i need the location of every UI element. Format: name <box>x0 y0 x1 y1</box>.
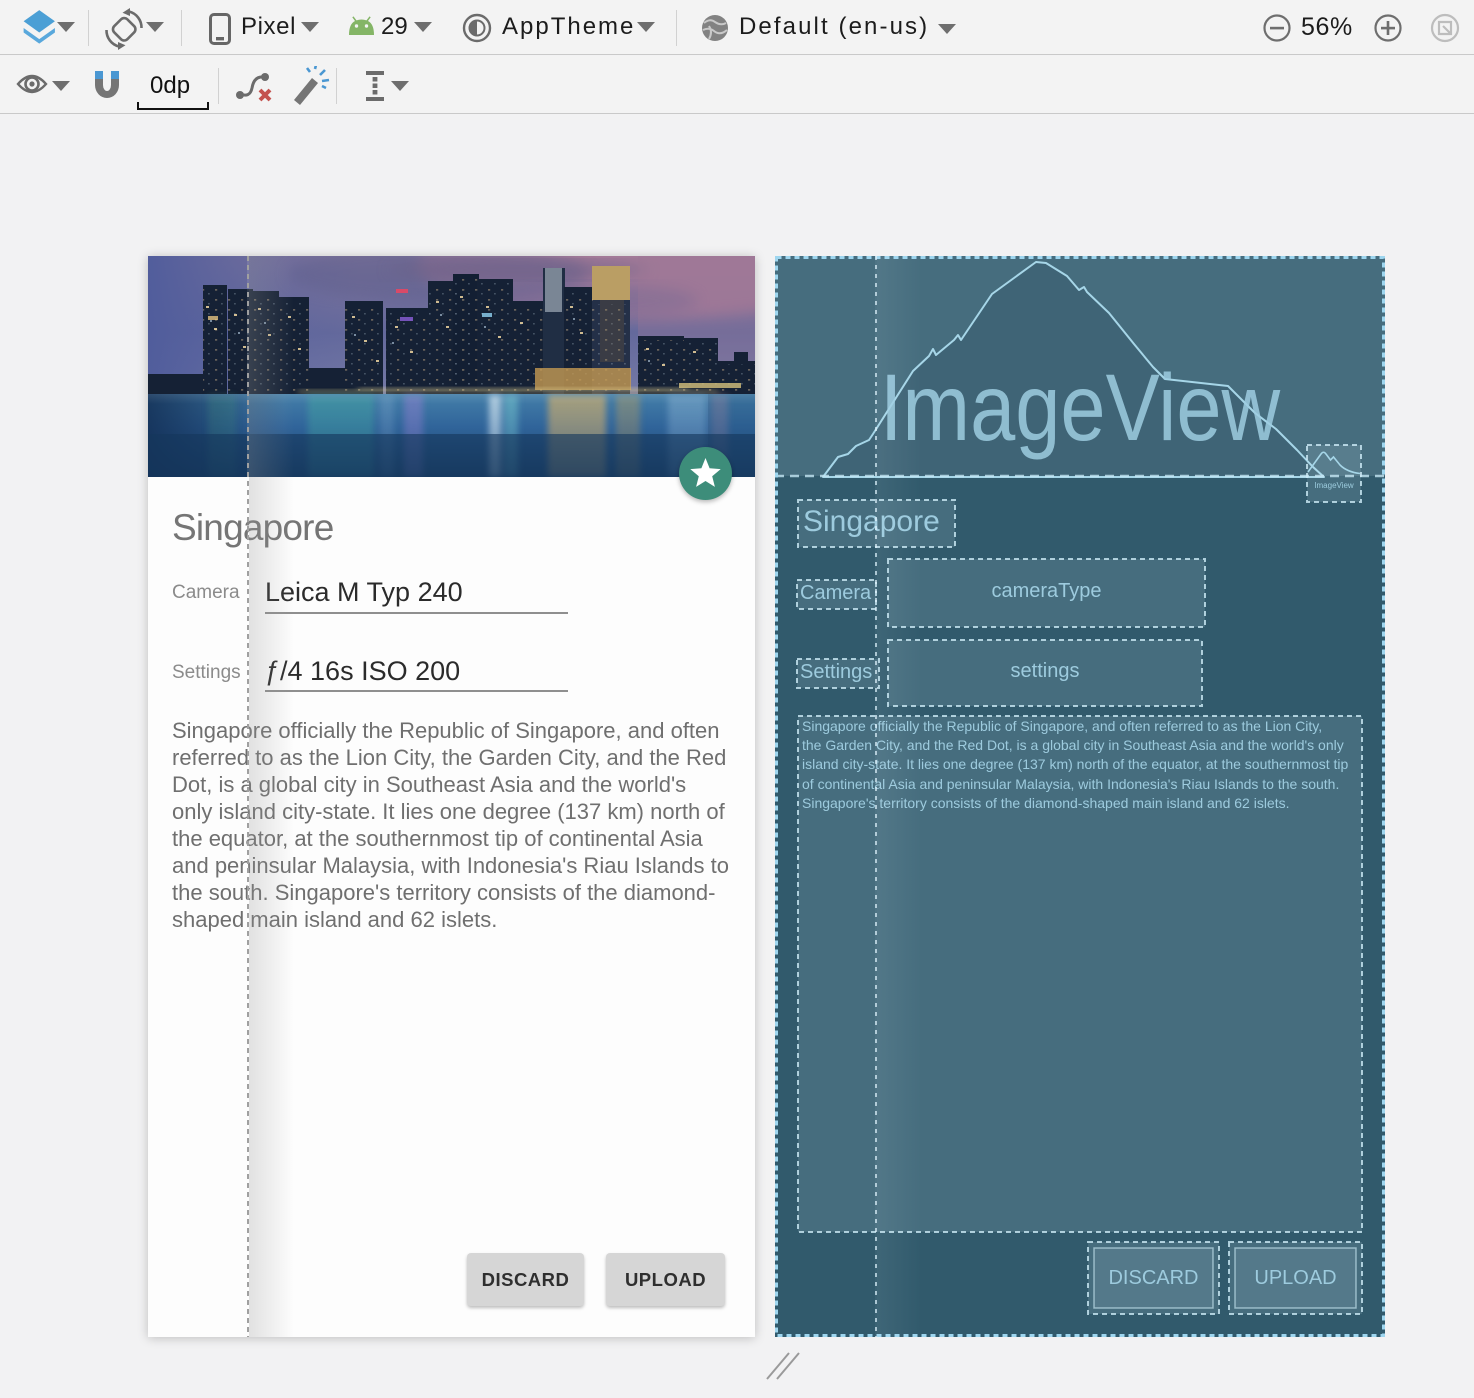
svg-text:ImageView: ImageView <box>880 354 1281 460</box>
